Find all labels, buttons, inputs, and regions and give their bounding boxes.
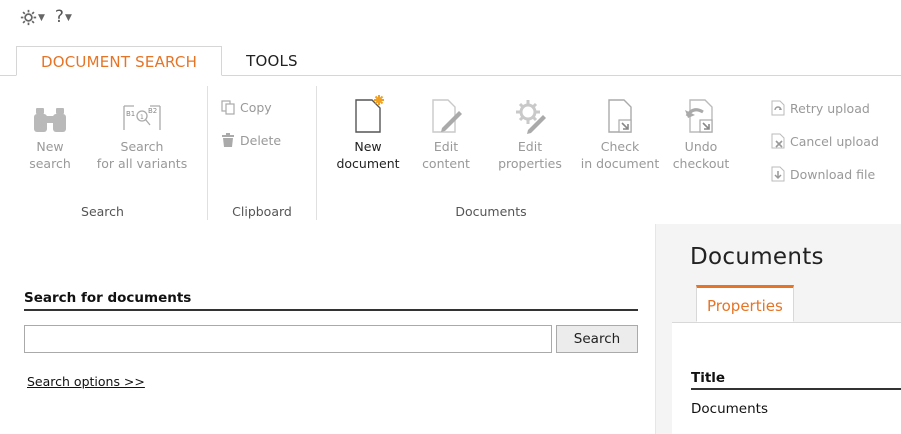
- title-property-value: Documents: [691, 401, 768, 417]
- delete-button[interactable]: Delete: [220, 132, 281, 148]
- ribbon-tabs: DOCUMENT SEARCH TOOLS: [16, 46, 322, 76]
- ribbon: New search B1 B2 1 Search for all varian…: [0, 75, 901, 224]
- help-menu-button[interactable]: ? ▼: [55, 7, 72, 27]
- search-button[interactable]: Search: [556, 325, 638, 353]
- new-document-button[interactable]: New document: [328, 82, 408, 172]
- chevron-down-icon: ▼: [38, 13, 45, 23]
- check-in-document-button[interactable]: Check in document: [574, 82, 666, 172]
- download-file-icon: [771, 166, 785, 182]
- copy-button[interactable]: Copy: [220, 99, 272, 115]
- retry-upload-icon: [771, 100, 785, 116]
- clipboard-group: Copy Delete Clipboard: [208, 76, 316, 224]
- documents-group-label: Documents: [455, 204, 527, 219]
- retry-upload-button[interactable]: Retry upload: [770, 100, 870, 116]
- top-toolbar: ▼ ? ▼: [20, 4, 72, 30]
- svg-text:B1: B1: [126, 110, 135, 118]
- tab-document-search[interactable]: DOCUMENT SEARCH: [16, 46, 223, 76]
- svg-text:B2: B2: [148, 107, 157, 115]
- tab-properties[interactable]: Properties: [696, 285, 794, 322]
- properties-content: Title Documents: [672, 323, 901, 434]
- undo-checkout-button[interactable]: Undo checkout: [668, 82, 734, 172]
- group-divider: [316, 86, 317, 220]
- undo-checkout-icon: [685, 99, 713, 133]
- search-group-label: Search: [81, 204, 124, 219]
- new-search-button[interactable]: New search: [28, 82, 72, 172]
- edit-properties-icon: [516, 100, 546, 134]
- edit-content-button[interactable]: Edit content: [410, 82, 482, 172]
- documents-panel-title: Documents: [690, 244, 824, 270]
- edit-properties-button[interactable]: Edit properties: [488, 82, 572, 172]
- check-in-icon: [608, 99, 632, 133]
- search-panel: Search for documents Search Search optio…: [0, 224, 655, 434]
- binoculars-icon: [34, 108, 66, 132]
- edit-content-icon: [432, 99, 462, 133]
- search-row: Search: [24, 325, 638, 353]
- chevron-down-icon: ▼: [64, 13, 72, 23]
- copy-icon: [221, 100, 235, 115]
- variants-search-icon: B1 B2 1: [123, 105, 161, 130]
- cancel-upload-button[interactable]: Cancel upload: [770, 133, 879, 149]
- search-panel-title: Search for documents: [24, 290, 638, 311]
- settings-menu-button[interactable]: ▼: [20, 9, 45, 26]
- search-group: New search B1 B2 1 Search for all varian…: [0, 76, 205, 224]
- tab-tools[interactable]: TOOLS: [222, 46, 322, 76]
- search-all-variants-button[interactable]: B1 B2 1 Search for all variants: [88, 82, 196, 172]
- documents-panel: Documents Title Documents Properties: [655, 224, 901, 434]
- cancel-upload-icon: [771, 133, 785, 149]
- gear-icon: [20, 9, 37, 25]
- help-icon: ?: [54, 7, 64, 27]
- search-options-link[interactable]: Search options >>: [27, 374, 145, 389]
- title-property-label: Title: [691, 370, 901, 390]
- search-input[interactable]: [24, 325, 552, 353]
- documents-group: New document Edit content Edit propertie…: [318, 76, 901, 224]
- trash-icon: [222, 133, 234, 147]
- download-file-button[interactable]: Download file: [770, 166, 875, 182]
- clipboard-group-label: Clipboard: [232, 204, 292, 219]
- new-document-icon: [355, 95, 384, 133]
- svg-text:1: 1: [140, 114, 144, 121]
